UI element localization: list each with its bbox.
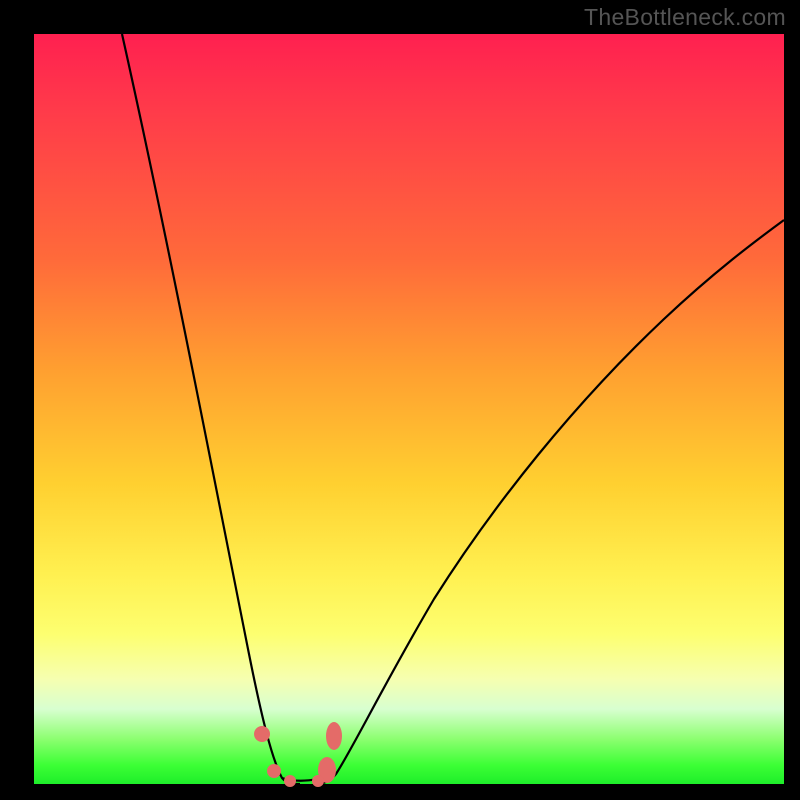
marker-valley-right	[312, 775, 324, 787]
marker-valley-left	[284, 775, 296, 787]
marker-right-upper-blob	[326, 722, 342, 750]
watermark-text: TheBottleneck.com	[584, 4, 786, 31]
curve-left-branch	[122, 34, 300, 784]
bottleneck-curve	[34, 34, 784, 784]
curve-right-branch	[316, 220, 784, 784]
marker-left-upper	[254, 726, 270, 742]
chart-frame: TheBottleneck.com	[0, 0, 800, 800]
plot-area	[34, 34, 784, 784]
marker-left-lower	[267, 764, 281, 778]
